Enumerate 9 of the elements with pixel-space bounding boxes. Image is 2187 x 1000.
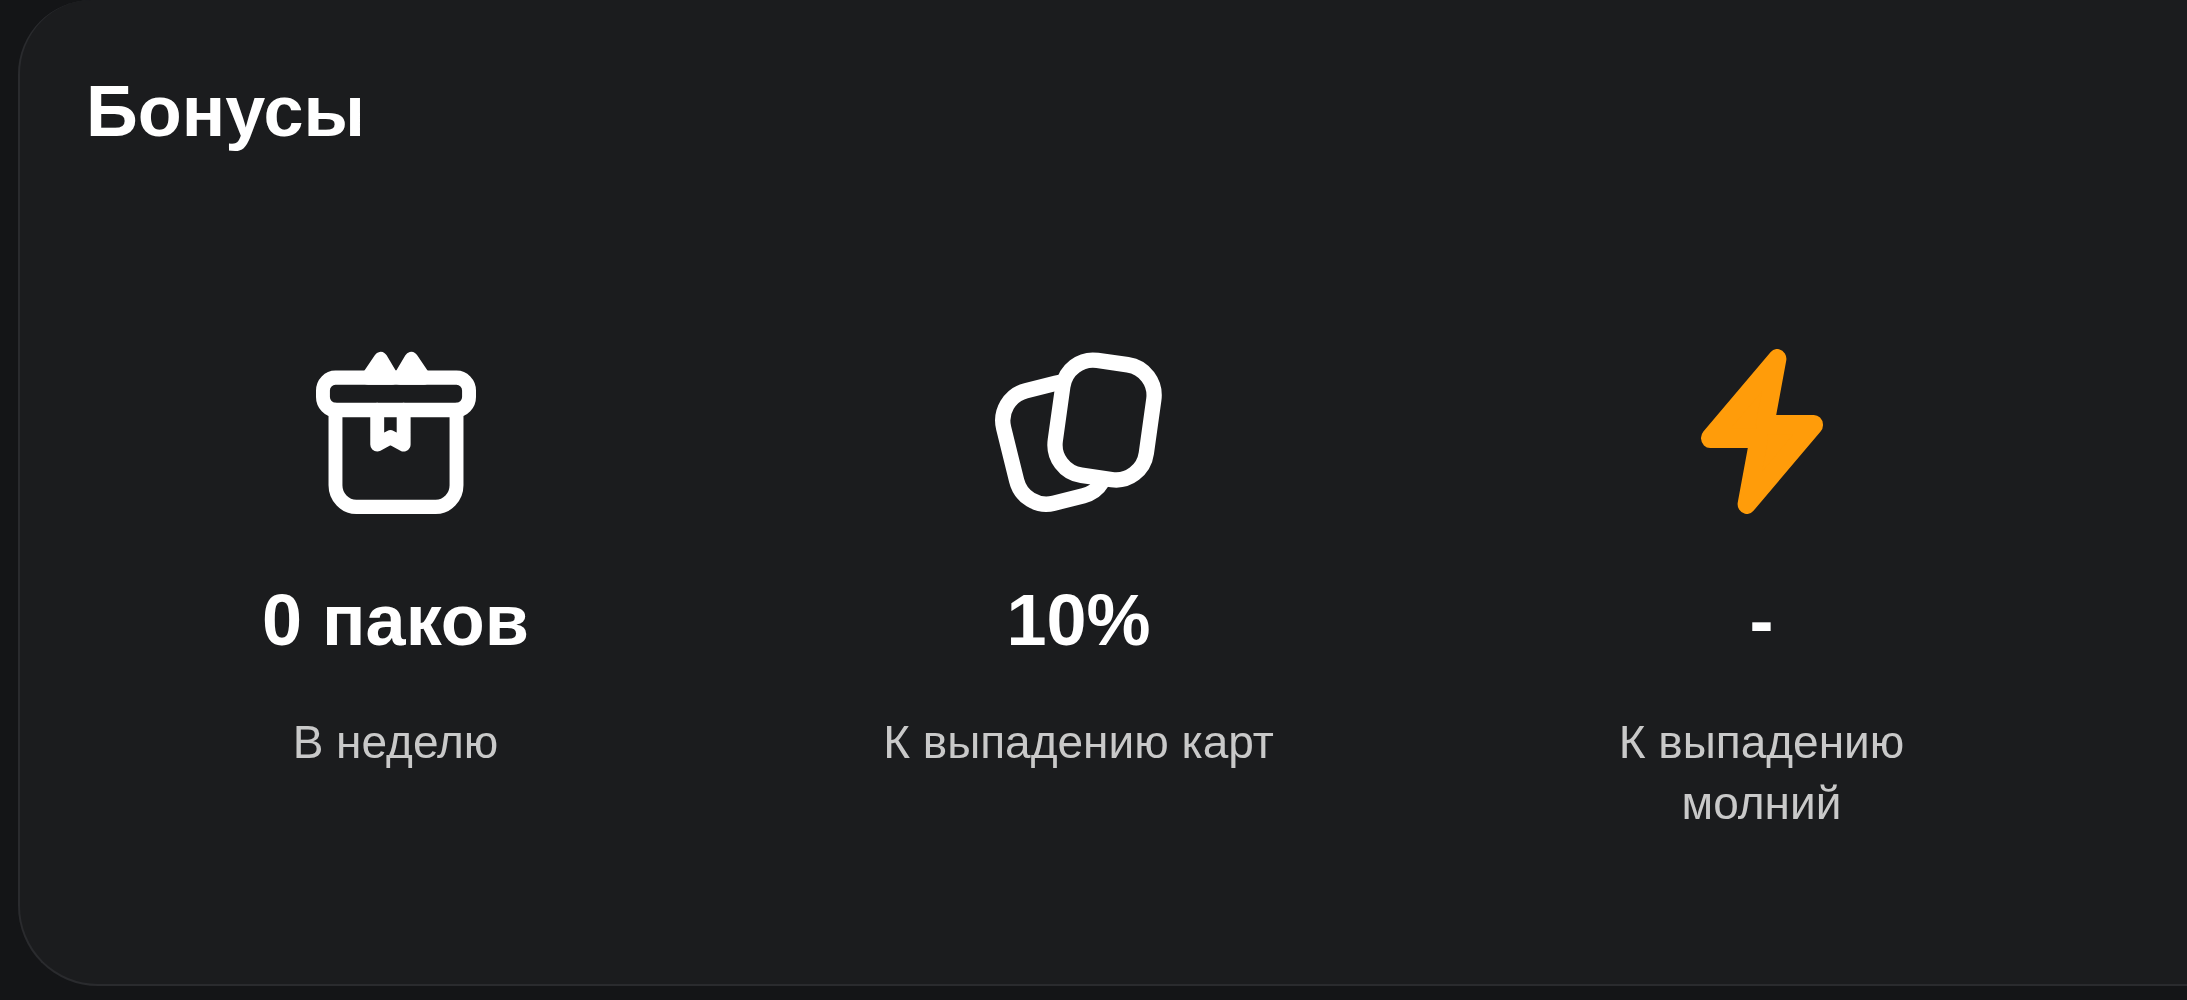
lightning-icon (1700, 349, 1823, 514)
bonus-value: 10% (1006, 584, 1151, 656)
bonus-value: 0 паков (262, 584, 529, 656)
bonus-caption: В неделю (292, 715, 499, 770)
bonus-value: - (1749, 584, 1774, 656)
bonus-caption: К выпадению молний (1617, 715, 1906, 831)
stacked-cards-icon (995, 351, 1162, 512)
gift-icon (315, 349, 476, 514)
bonus-caption: К выпадению карт (883, 715, 1274, 770)
